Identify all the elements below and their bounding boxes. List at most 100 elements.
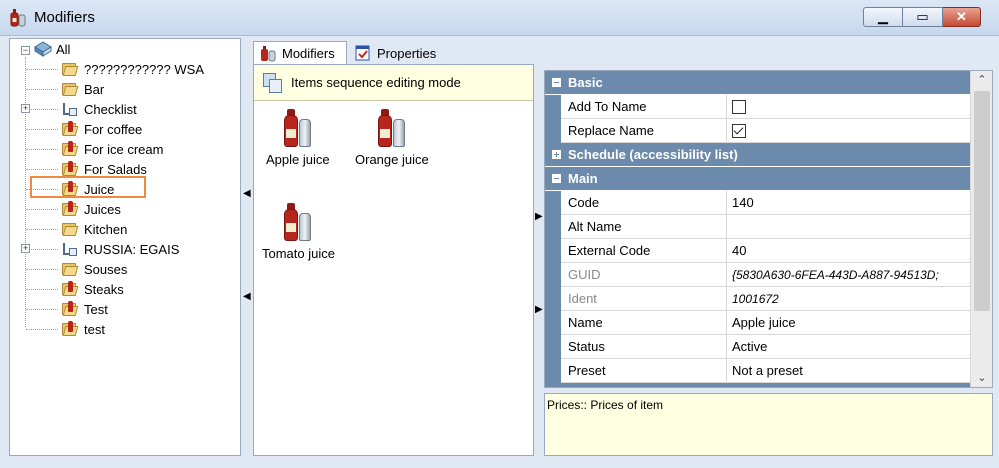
tree-item-label: ???????????? WSA [84, 61, 204, 77]
collapse-right-arrow-icon-2[interactable]: ▶ [535, 304, 543, 315]
tree-item[interactable]: Steaks [60, 279, 124, 299]
modifier-folder-icon [60, 281, 79, 297]
tree-item-label: Souses [84, 261, 128, 277]
tree-item-label: Bar [84, 81, 105, 97]
minimize-button[interactable]: ▁ [863, 7, 903, 27]
property-grid-scrollbar[interactable]: ⌃ ⌄ [970, 71, 992, 387]
prop-row-ident[interactable]: Ident 1001672 [545, 287, 970, 311]
prop-value-name[interactable]: Apple juice [727, 311, 970, 335]
prop-value-status[interactable]: Active [727, 335, 970, 359]
tree-item[interactable]: Checklist [60, 99, 137, 119]
modifier-folder-icon [60, 121, 79, 137]
prop-row-name[interactable]: Name Apple juice [545, 311, 970, 335]
selected-group-highlight [30, 176, 146, 198]
tree-item[interactable]: Kitchen [60, 219, 127, 239]
prop-row-preset[interactable]: Preset Not a preset [545, 359, 970, 383]
tab-modifiers[interactable]: Modifiers [253, 41, 347, 65]
prop-row-status[interactable]: Status Active [545, 335, 970, 359]
tree-item[interactable]: Souses [60, 259, 127, 279]
tree-root-label: All [56, 41, 71, 57]
prop-name: Replace Name [561, 119, 727, 143]
folder-icon [60, 61, 79, 77]
modifier-folder-icon [60, 201, 79, 217]
modifier-folder-icon [60, 161, 79, 177]
modifier-item-tomato-juice[interactable]: Tomato juice [262, 203, 335, 261]
section-basic-label: Basic [568, 75, 603, 90]
tree-item[interactable]: Test [60, 299, 108, 319]
folder-icon [60, 81, 79, 97]
modifier-groups-tree[interactable]: − All ???????????? WSA Bar + Checklist For c… [9, 38, 241, 456]
tree-item[interactable]: test [60, 319, 105, 339]
prop-value-guid: {5830A630-6FEA-443D-A887-94513D; [727, 263, 970, 287]
item-label: Tomato juice [262, 246, 335, 261]
scroll-thumb[interactable] [974, 91, 990, 311]
close-icon: ✕ [956, 9, 967, 24]
prop-row-alt-name[interactable]: Alt Name [545, 215, 970, 239]
tree-item[interactable]: For ice cream [60, 139, 163, 159]
section-schedule[interactable]: Schedule (accessibility list) [545, 143, 970, 167]
tree-item-label: Juices [84, 201, 121, 217]
collapse-root-icon[interactable]: − [21, 46, 30, 55]
prop-name: Code [561, 191, 727, 215]
expand-node-icon[interactable]: + [21, 104, 30, 113]
replace-name-checkbox[interactable] [732, 123, 746, 138]
minimize-icon: ▁ [878, 9, 888, 24]
modifiers-tab-icon [260, 45, 276, 62]
prop-value-alt-name[interactable] [727, 215, 970, 239]
right-splitter[interactable]: ▶ ▶ [534, 66, 543, 456]
list-icon [60, 101, 78, 117]
tree-item-label: For ice cream [84, 141, 164, 157]
collapse-section-icon[interactable] [552, 78, 561, 87]
sequence-mode-bar[interactable]: Items sequence editing mode [254, 65, 533, 101]
tree-root-all[interactable]: All [34, 39, 70, 59]
prop-row-add-to-name[interactable]: Add To Name [545, 95, 970, 119]
all-groups-icon [34, 41, 52, 57]
tree-item-label: Checklist [84, 101, 137, 117]
prop-row-external-code[interactable]: External Code 40 [545, 239, 970, 263]
collapse-left-arrow-icon-2[interactable]: ◀ [243, 291, 251, 302]
section-schedule-label: Schedule (accessibility list) [568, 147, 738, 162]
modifier-item-orange-juice[interactable]: Orange juice [355, 109, 429, 167]
close-button[interactable]: ✕ [943, 7, 981, 27]
tab-modifiers-label: Modifiers [282, 46, 335, 61]
maximize-button[interactable]: ▭ [903, 7, 943, 27]
scroll-down-icon[interactable]: ⌄ [971, 369, 992, 387]
collapse-section-icon[interactable] [552, 174, 561, 183]
tree-item-label: test [84, 321, 105, 337]
tree-item[interactable]: ???????????? WSA [60, 59, 204, 79]
tab-properties[interactable]: Properties [351, 41, 451, 65]
tree-item[interactable]: Bar [60, 79, 104, 99]
prop-value-external-code[interactable]: 40 [727, 239, 970, 263]
modifiers-app-icon [10, 9, 26, 27]
title-bar: Modifiers ▁ ▭ ✕ [0, 0, 999, 36]
expand-section-icon[interactable] [552, 150, 561, 159]
prop-row-code[interactable]: Code 140 [545, 191, 970, 215]
left-splitter[interactable]: ◀ ◀ [241, 38, 251, 456]
properties-tab-icon [355, 45, 371, 61]
expand-node-icon[interactable]: + [21, 244, 30, 253]
collapse-right-arrow-icon[interactable]: ▶ [535, 211, 543, 222]
prop-row-guid[interactable]: GUID {5830A630-6FEA-443D-A887-94513D; [545, 263, 970, 287]
list-icon [60, 241, 78, 257]
section-main[interactable]: Main [545, 167, 970, 191]
modifier-items-pane[interactable]: Items sequence editing mode Apple juice … [253, 64, 534, 456]
tree-item-label: Kitchen [84, 221, 128, 237]
prop-value-code[interactable]: 140 [727, 191, 970, 215]
collapse-left-arrow-icon[interactable]: ◀ [243, 188, 251, 199]
item-label: Orange juice [355, 152, 429, 167]
section-basic[interactable]: Basic [545, 71, 970, 95]
tree-item[interactable]: RUSSIA: EGAIS [60, 239, 179, 259]
property-grid[interactable]: Basic Add To Name Replace Name Schedule … [544, 70, 993, 388]
prop-row-replace-name[interactable]: Replace Name [545, 119, 970, 143]
prop-value-preset[interactable]: Not a preset [727, 359, 970, 383]
modifier-folder-icon [60, 301, 79, 317]
section-next-partial[interactable] [545, 383, 970, 387]
modifier-item-apple-juice[interactable]: Apple juice [266, 109, 330, 167]
add-to-name-checkbox[interactable] [732, 99, 746, 114]
tree-item-label: Steaks [84, 281, 124, 297]
scroll-up-icon[interactable]: ⌃ [971, 71, 992, 89]
tree-item-label: For coffee [84, 121, 143, 137]
tree-item[interactable]: Juices [60, 199, 121, 219]
tree-item[interactable]: For coffee [60, 119, 142, 139]
maximize-icon: ▭ [916, 9, 929, 24]
